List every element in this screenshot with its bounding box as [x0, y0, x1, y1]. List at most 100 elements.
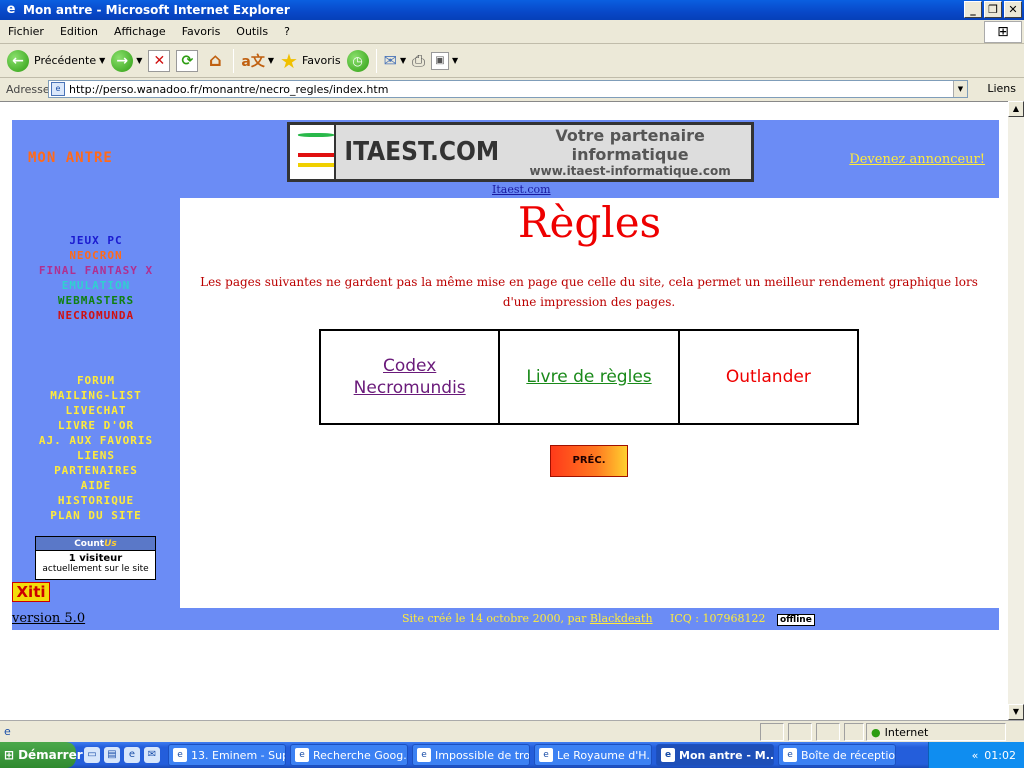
menu-affichage[interactable]: Affichage	[106, 25, 174, 38]
taskbar-item[interactable]: e Impossible de tro...	[412, 744, 530, 766]
nav-item-game[interactable]: NECROMUNDA	[12, 308, 180, 323]
home-button[interactable]: ⌂	[201, 47, 229, 75]
system-tray: « 01:02	[928, 742, 1024, 768]
nav-item-site[interactable]: AIDE	[12, 478, 180, 493]
taskbar-item[interactable]: e Recherche Goog...	[290, 744, 408, 766]
visitor-count: 1 visiteur	[68, 553, 123, 564]
address-url: http://perso.wanadoo.fr/monantre/necro_r…	[69, 82, 389, 96]
visitor-count-sub: actuellement sur le site	[42, 564, 149, 574]
mail-icon: ✉	[383, 51, 397, 70]
chevron-down-icon[interactable]: ▼	[452, 56, 458, 65]
translate-icon: a文	[241, 53, 265, 70]
scroll-down-button[interactable]: ▼	[1008, 704, 1024, 720]
xiti-badge[interactable]: Xiti	[12, 582, 50, 602]
chevron-down-icon[interactable]: ▼	[268, 56, 274, 65]
status-cell	[788, 723, 812, 741]
menu-fichier[interactable]: Fichier	[0, 25, 52, 38]
banner-tagline: Votre partenaire informatique	[555, 126, 705, 164]
address-dropdown[interactable]: ▼	[953, 81, 967, 97]
nav-item-game[interactable]: JEUX PC	[12, 233, 180, 248]
vertical-scrollbar[interactable]: ▲ ▼	[1008, 101, 1024, 720]
chevron-down-icon[interactable]: ▼	[136, 56, 142, 65]
main-content: Règles Les pages suivantes ne gardent pa…	[180, 198, 999, 608]
translate-button[interactable]: a文 ▼	[238, 47, 277, 75]
nav-item-site[interactable]: PLAN DU SITE	[12, 508, 180, 523]
advertise-link[interactable]: Devenez annonceur!	[849, 152, 985, 167]
taskbar-item[interactable]: e Le Royaume d'H...	[534, 744, 652, 766]
maximize-button[interactable]: ❐	[984, 1, 1002, 18]
rulebook-link[interactable]: Livre de règles	[500, 331, 680, 423]
windows-logo-icon: ⊞	[984, 21, 1022, 43]
status-bar: e ● Internet	[0, 720, 1024, 742]
visitor-counter[interactable]: CountUs 1 visiteur actuellement sur le s…	[35, 536, 156, 580]
back-button[interactable]: ← Précédente ▼	[4, 47, 108, 75]
toolbar-separator	[375, 48, 377, 73]
nav-item-site[interactable]: MAILING-LIST	[12, 388, 180, 403]
version-link[interactable]: version 5.0	[12, 611, 85, 626]
desktop-icon[interactable]: ▭	[84, 747, 100, 763]
menu-favoris[interactable]: Favoris	[174, 25, 229, 38]
nav-item-site[interactable]: LIENS	[12, 448, 180, 463]
nav-item-site[interactable]: LIVRE D'OR	[12, 418, 180, 433]
ie-icon[interactable]: e	[124, 747, 140, 763]
outlander-link[interactable]: Outlander	[680, 331, 857, 423]
games-nav: JEUX PC NEOCRON FINAL FANTASY X EMULATION WE…	[12, 233, 180, 323]
address-input[interactable]: e http://perso.wanadoo.fr/monantre/necro…	[48, 80, 968, 98]
windows-flag-icon: ⊞	[4, 748, 15, 762]
site-name: MON ANTRE	[28, 150, 113, 166]
clock[interactable]: 01:02	[984, 749, 1016, 762]
previous-button[interactable]: PRÉC.	[550, 445, 628, 477]
folder-icon[interactable]: ▤	[104, 747, 120, 763]
menu-edition[interactable]: Edition	[52, 25, 106, 38]
nav-item-site[interactable]: LIVECHAT	[12, 403, 180, 418]
nav-item-site[interactable]: FORUM	[12, 373, 180, 388]
chevron-down-icon[interactable]: ▼	[99, 56, 105, 65]
refresh-icon: ⟳	[176, 49, 199, 72]
nav-item-game[interactable]: NEOCRON	[12, 248, 180, 263]
history-button[interactable]: ◷	[344, 47, 372, 75]
printer-icon: ⎙	[412, 50, 425, 70]
nav-item-site[interactable]: PARTENAIRES	[12, 463, 180, 478]
close-button[interactable]: ✕	[1004, 1, 1022, 18]
outlook-icon[interactable]: ✉	[144, 747, 160, 763]
window-icon: e	[539, 748, 553, 762]
back-arrow-icon: ←	[7, 49, 29, 72]
status-cell	[844, 723, 864, 741]
site-nav: FORUM MAILING-LIST LIVECHAT LIVRE D'OR AJ. A…	[12, 373, 180, 523]
window-icon: e	[661, 748, 675, 762]
mail-button[interactable]: ✉ ▼	[381, 47, 410, 75]
scroll-up-button[interactable]: ▲	[1008, 101, 1024, 117]
codex-link[interactable]: Codex Necromundis	[321, 331, 501, 423]
window-icon: e	[173, 748, 187, 762]
window-icon: e	[783, 748, 797, 762]
back-label: Précédente	[34, 54, 97, 67]
author-link[interactable]: Blackdeath	[590, 612, 653, 625]
nav-item-game[interactable]: EMULATION	[12, 278, 180, 293]
favorites-button[interactable]: ★ Favoris	[277, 47, 344, 75]
nav-item-site[interactable]: AJ. AUX FAVORIS	[12, 433, 180, 448]
minimize-button[interactable]: _	[964, 1, 982, 18]
links-button[interactable]: Liens	[987, 82, 1016, 95]
address-label: Adresse	[6, 82, 50, 96]
edit-button[interactable]: ▣ ▼	[428, 47, 461, 75]
nav-item-game[interactable]: WEBMASTERS	[12, 293, 180, 308]
counter-brand: CountUs	[36, 537, 155, 551]
menu-help[interactable]: ?	[276, 25, 298, 38]
nav-item-site[interactable]: HISTORIQUE	[12, 493, 180, 508]
taskbar-item[interactable]: e Boîte de réceptio...	[778, 744, 896, 766]
network-icon[interactable]: «	[972, 749, 979, 762]
taskbar-item[interactable]: e13. Eminem - Sup...	[168, 744, 286, 766]
stop-button[interactable]: ✕	[145, 47, 173, 75]
ad-banner[interactable]: ITAEST.COM Votre partenaire informatique…	[287, 122, 754, 182]
banner-link[interactable]: Itaest.com	[492, 183, 551, 196]
taskbar-item[interactable]: e Mon antre - M...	[656, 744, 774, 766]
menu-outils[interactable]: Outils	[228, 25, 276, 38]
print-button[interactable]: ⎙	[409, 47, 428, 75]
forward-button[interactable]: → ▼	[108, 47, 145, 75]
start-button[interactable]: ⊞ Démarrer	[0, 742, 83, 768]
chevron-down-icon[interactable]: ▼	[400, 56, 406, 65]
nav-item-game[interactable]: FINAL FANTASY X	[12, 263, 180, 278]
page-status-icon: e	[4, 725, 11, 738]
banner-url: www.itaest-informatique.com	[529, 164, 731, 178]
refresh-button[interactable]: ⟳	[173, 47, 201, 75]
